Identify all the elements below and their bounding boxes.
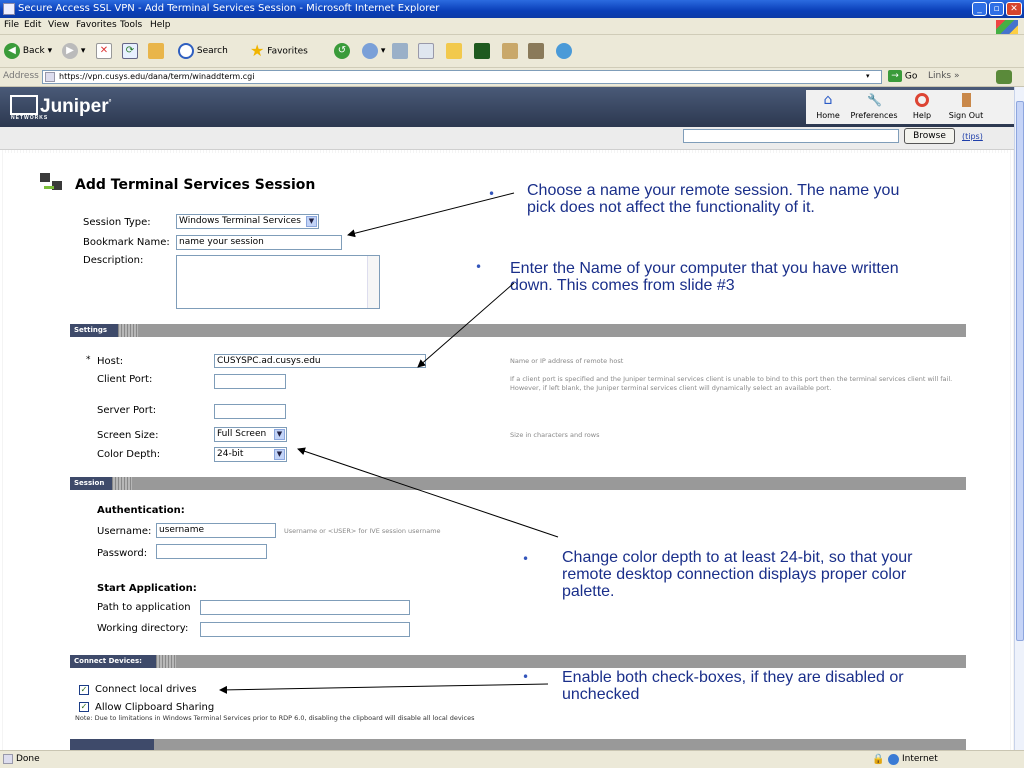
home-button[interactable] <box>148 42 164 60</box>
links-toolbar[interactable]: Links » <box>928 71 960 81</box>
star-icon: ★ <box>250 41 265 60</box>
window-title: Secure Access SSL VPN - Add Terminal Ser… <box>18 3 440 14</box>
forward-arrow-icon: ▶ <box>62 42 78 59</box>
minimize-button[interactable]: _ <box>972 2 987 16</box>
menu-help[interactable]: Help <box>150 20 171 30</box>
window-title-bar: Secure Access SSL VPN - Add Terminal Ser… <box>0 0 1024 18</box>
address-dropdown-icon[interactable]: ▾ <box>866 72 870 80</box>
lock-icon: 🔒 <box>872 754 885 765</box>
history-icon: ↺ <box>334 42 350 59</box>
ie-window-icon <box>3 3 15 15</box>
folder-button[interactable] <box>446 42 462 60</box>
stop-button[interactable]: ✕ <box>96 42 112 60</box>
security-zone: Internet <box>902 754 938 764</box>
annotation-arrows <box>219 192 559 694</box>
menu-view[interactable]: View <box>48 20 69 30</box>
refresh-icon: ⟳ <box>122 42 138 59</box>
download-icon <box>474 42 490 59</box>
mail-button[interactable]: ▾ <box>362 42 385 60</box>
browser-toolbar: ◀ Back ▾ ▶ ▾ ✕ ⟳ Search ★ Favorites ↺ ▾ <box>0 35 1024 68</box>
menu-tools[interactable]: Tools <box>120 20 142 30</box>
menu-favorites[interactable]: Favorites <box>76 20 117 30</box>
contacts-icon <box>556 42 572 59</box>
address-input[interactable]: https://vpn.cusys.edu/dana/term/winaddte… <box>42 70 882 84</box>
search-button[interactable]: Search <box>178 42 228 60</box>
page-scrollbar[interactable] <box>1014 87 1024 750</box>
edit-icon <box>418 42 434 59</box>
contacts-button[interactable] <box>556 42 572 60</box>
address-url: https://vpn.cusys.edu/dana/term/winaddte… <box>59 72 255 81</box>
arrow-to-bookmark <box>347 192 515 238</box>
forward-button[interactable]: ▶ ▾ <box>62 42 85 60</box>
messenger-icon <box>502 42 518 59</box>
stop-icon: ✕ <box>96 42 112 59</box>
maximize-button[interactable]: ▫ <box>989 2 1004 16</box>
menu-file[interactable]: File <box>4 20 19 30</box>
research-icon <box>528 42 544 59</box>
toolbar-extension-icon[interactable] <box>996 70 1012 84</box>
research-button[interactable] <box>528 42 544 60</box>
print-button[interactable] <box>392 42 408 60</box>
arrow-to-host <box>417 282 515 368</box>
download-button[interactable] <box>474 42 490 60</box>
scrollbar-thumb[interactable] <box>1016 101 1024 641</box>
windows-logo-icon <box>996 20 1018 34</box>
page-icon <box>45 72 55 82</box>
menu-bar: File Edit View Favorites Tools Help <box>0 18 1024 35</box>
close-button[interactable]: ✕ <box>1006 2 1022 16</box>
globe-icon <box>888 754 899 765</box>
status-bar: Done 🔒 Internet <box>0 750 1024 768</box>
print-icon <box>392 42 408 59</box>
go-arrow-icon: → <box>888 70 902 82</box>
page-content: Juniper° NETWORKS ⌂ Home 🔧 Preferences H… <box>0 87 1014 750</box>
mail-icon <box>362 42 378 59</box>
edit-button[interactable] <box>418 42 434 60</box>
favorites-button[interactable]: ★ Favorites <box>250 42 308 60</box>
go-button[interactable]: → Go <box>888 70 917 82</box>
back-arrow-icon: ◀ <box>4 42 20 59</box>
page-icon <box>3 754 13 764</box>
home-icon <box>148 42 164 59</box>
history-button[interactable]: ↺ <box>334 42 350 60</box>
arrow-to-checkbox <box>219 683 549 694</box>
arrow-to-color-depth <box>297 447 559 538</box>
address-bar: Address https://vpn.cusys.edu/dana/term/… <box>0 68 1024 87</box>
back-button[interactable]: ◀ Back ▾ <box>4 42 52 60</box>
folder-icon <box>446 42 462 59</box>
address-label: Address <box>3 71 39 81</box>
status-text: Done <box>16 754 40 764</box>
menu-edit[interactable]: Edit <box>24 20 41 30</box>
messenger-button[interactable] <box>502 42 518 60</box>
search-icon <box>178 42 194 59</box>
refresh-button[interactable]: ⟳ <box>122 42 138 60</box>
